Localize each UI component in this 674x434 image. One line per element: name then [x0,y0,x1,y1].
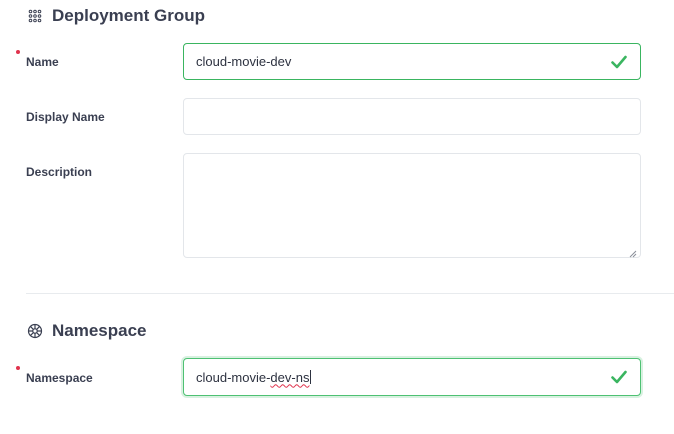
namespace-input[interactable]: cloud-movie-dev-ns [183,358,641,396]
required-indicator [16,50,20,54]
section-divider [26,293,674,294]
namespace-label: Namespace [26,371,93,385]
namespace-value-prefix: cloud-movie- [196,369,271,385]
gear-network-icon [26,322,44,340]
namespace-title: Namespace [26,321,147,341]
name-input[interactable]: cloud-movie-dev [183,43,641,80]
namespace-input-value: cloud-movie-dev-ns [196,369,610,385]
check-icon [610,53,628,71]
namespace-title-text: Namespace [52,321,147,340]
display-name-label: Display Name [26,110,105,124]
check-icon [610,368,628,386]
namespace-value-misspelled: dev-ns [270,369,310,385]
name-input-value: cloud-movie-dev [196,54,292,69]
deployment-group-title-text: Deployment Group [52,6,206,25]
text-caret [310,369,312,384]
description-textarea[interactable] [183,153,641,258]
display-name-input[interactable] [183,98,641,135]
deployment-group-title: Deployment Group [26,6,205,26]
description-label: Description [26,165,93,179]
grid-dots-icon [26,7,44,25]
name-label: Name [26,55,59,69]
resize-grip-icon[interactable] [629,246,637,258]
required-indicator [16,366,20,370]
